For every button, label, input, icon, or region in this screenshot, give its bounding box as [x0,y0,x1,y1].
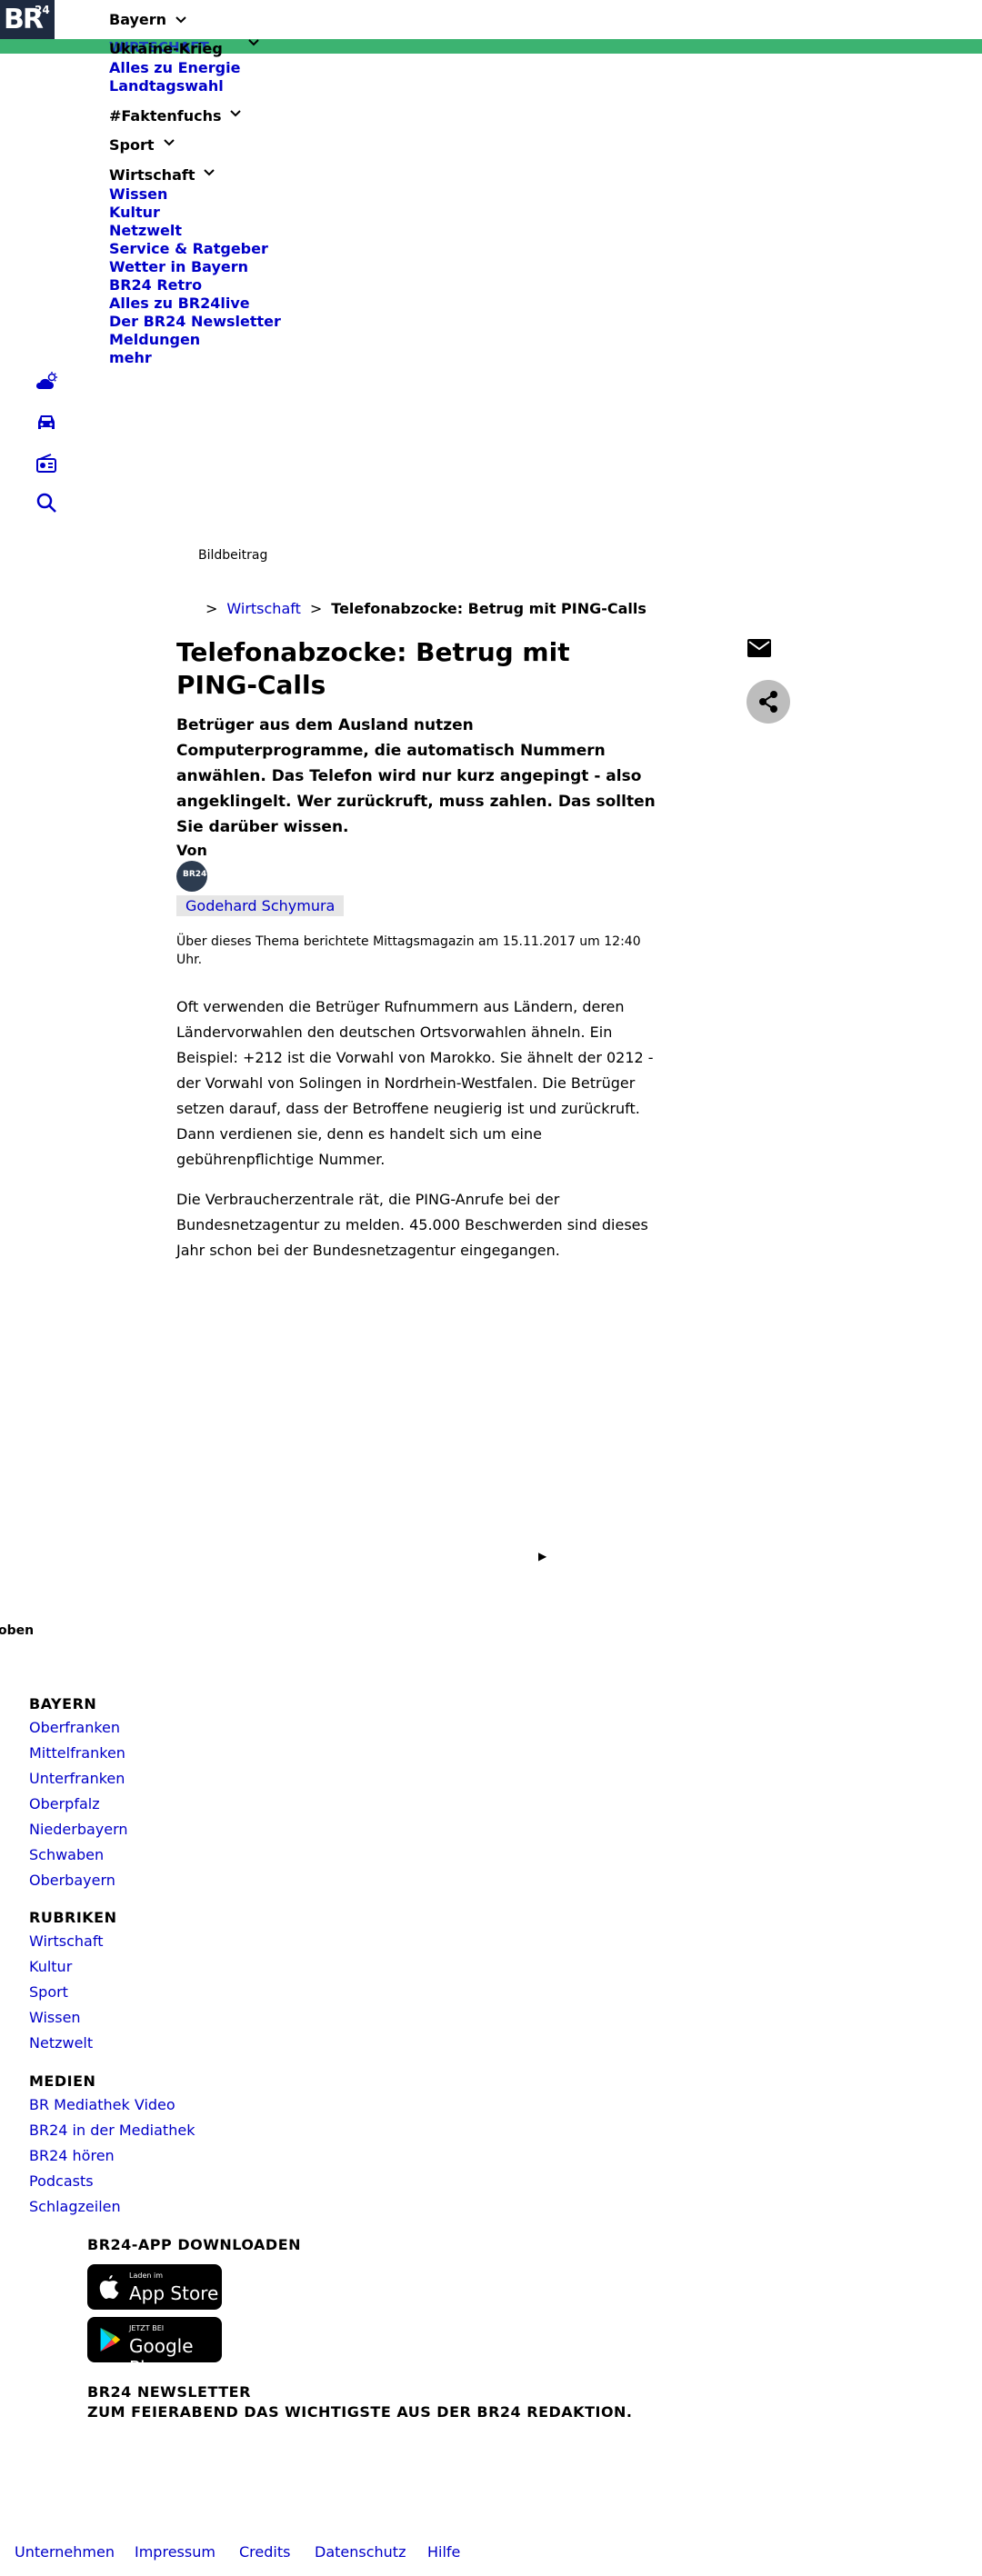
nav-link-kultur[interactable]: Kultur [109,204,281,222]
footer-link[interactable]: Oberbayern [29,1872,115,1889]
footer-link[interactable]: BR24 hören [29,2147,115,2164]
footer-rubriken-title: RUBRIKEN [29,1909,117,1926]
car-icon[interactable] [35,411,58,434]
breadcrumb-separator: > [205,600,218,617]
author-link[interactable]: Godehard Schymura [176,895,345,916]
avatar-text: BR24 [183,870,207,879]
apple-icon [99,2275,119,2299]
search-icon[interactable] [35,491,58,514]
footer-link[interactable]: Oberpfalz [29,1795,100,1812]
nav-ukraine[interactable]: Ukraine-Krieg [109,38,261,57]
footer-link[interactable]: Wissen [29,2009,81,2026]
article-paragraph: Oft verwenden die Betrüger Rufnummern au… [176,998,654,1168]
author-avatar: BR24 [176,861,207,892]
newsletter-subtitle: ZUM FEIERABEND DAS WICHTIGSTE AUS DER BR… [87,2403,633,2421]
breadcrumb-separator: > [309,600,323,617]
nav-landtagswahl[interactable]: Landtagswahl [109,77,224,95]
google-play-icon [100,2328,121,2351]
footer-link[interactable]: Sport [29,1983,68,2001]
app-store-big-text: App Store [129,2282,219,2304]
app-download-title: BR24-APP DOWNLOADEN [87,2236,302,2253]
nav-link-wetter[interactable]: Wetter in Bayern [109,258,281,276]
footer-link[interactable]: Mittelfranken [29,1744,125,1762]
radio-icon[interactable] [35,452,58,475]
nav-link-wissen[interactable]: Wissen [109,185,281,204]
footer-link[interactable]: Oberfranken [29,1719,120,1736]
article-teaser: Betrüger aus dem Ausland nutzen Computer… [176,716,656,836]
back-to-top-link[interactable]: oben [0,1623,34,1638]
nav-link-netzwelt[interactable]: Netzwelt [109,222,281,240]
footer-link[interactable]: Unterfranken [29,1770,125,1787]
nav-wirtschaft[interactable]: Wirtschaft [109,166,216,184]
article-paragraph: Die Verbraucherzentrale rät, die PING-An… [176,1191,648,1259]
footer-link[interactable]: Schwaben [29,1846,104,1863]
nav-bayern[interactable]: Bayern [109,11,188,28]
mail-icon[interactable] [747,639,771,657]
footer-link[interactable]: Netzwelt [29,2034,93,2052]
google-play-big-text: Google Play [129,2335,194,2379]
article-title: Telefonabzocke: Betrug mit PING-Calls [176,637,570,700]
nav-wirtschaft-label: Wirtschaft [109,166,195,184]
chevron-down-icon [204,168,215,175]
footer-bottom-link-unternehmen[interactable]: Unternehmen [15,2543,115,2561]
share-button[interactable] [747,680,790,724]
google-play-badge[interactable]: JETZT BEI Google Play [87,2317,222,2379]
breadcrumb: > Wirtschaft > Telefonabzocke: Betrug mi… [205,600,646,617]
chevron-down-icon [248,38,259,45]
nav-link-newsletter[interactable]: Der BR24 Newsletter [109,313,281,331]
nav-sport-label: Sport [109,136,155,154]
nav-faktenfuchs[interactable]: #Faktenfuchs [109,107,243,125]
footer-bottom-link-hilfe[interactable]: Hilfe [427,2543,460,2561]
share-icon [759,691,777,713]
footer-bottom-link-impressum[interactable]: Impressum [135,2543,215,2561]
footer-link[interactable]: Wirtschaft [29,1932,103,1950]
footer-bottom-link-credits[interactable]: Credits [239,2543,290,2561]
footer-link[interactable]: Kultur [29,1958,72,1975]
broadcast-info: Über dieses Thema berichtete Mittagsmaga… [176,934,641,967]
footer-medien-title: MEDIEN [29,2072,96,2090]
nav-bayern-label: Bayern [109,11,167,28]
article-kind: Bildbeitrag [198,548,268,563]
footer-bottom-link-datenschutz[interactable]: Datenschutz [315,2543,406,2561]
nav-ukraine-label: Ukraine-Krieg [109,40,223,57]
chevron-down-icon [175,15,186,23]
nav-sport[interactable]: Sport [109,136,176,154]
footer-link[interactable]: Podcasts [29,2172,94,2190]
chevron-down-icon [230,109,242,116]
nav-more-links: Wissen Kultur Netzwelt Service & Ratgebe… [109,185,281,367]
footer-link[interactable]: Schlagzeilen [29,2198,121,2215]
nav-energie[interactable]: Alles zu Energie [109,59,240,76]
google-play-small-text: JETZT BEI [129,2324,165,2332]
chevron-down-icon [163,138,175,145]
app-store-small-text: Laden im [129,2271,163,2280]
footer-link[interactable]: Niederbayern [29,1821,128,1838]
nav-faktenfuchs-label: #Faktenfuchs [109,107,222,125]
breadcrumb-section-link[interactable]: Wirtschaft [226,600,300,617]
nav-link-retro[interactable]: BR24 Retro [109,276,281,295]
play-icon[interactable]: ▶ [538,1550,546,1563]
nav-link-br24live[interactable]: Alles zu BR24live [109,295,281,313]
footer-link[interactable]: BR Mediathek Video [29,2096,175,2113]
logo-superscript: 24 [35,4,50,16]
breadcrumb-current: Telefonabzocke: Betrug mit PING-Calls [331,600,646,617]
footer-link[interactable]: BR24 in der Mediathek [29,2122,195,2139]
nav-link-service[interactable]: Service & Ratgeber [109,240,281,258]
weather-icon[interactable] [35,371,58,394]
newsletter-title: BR24 NEWSLETTER [87,2383,251,2401]
nav-link-meldungen[interactable]: Meldungen [109,331,281,349]
app-store-badge[interactable]: Laden im App Store [87,2264,222,2310]
nav-link-mehr[interactable]: mehr [109,349,281,367]
author-prefix: Von [176,842,207,859]
footer-bayern-title: BAYERN [29,1695,97,1712]
